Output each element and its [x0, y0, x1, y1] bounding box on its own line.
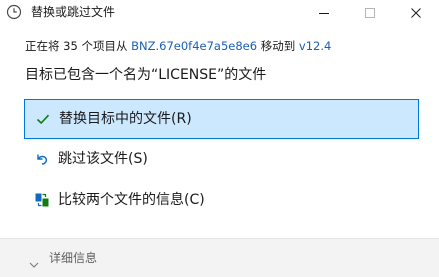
window-title: 替换或跳过文件 — [31, 5, 116, 19]
skip-file-label: 跳过该文件(S) — [58, 151, 148, 167]
chevron-down-icon — [29, 254, 39, 268]
replace-file-option[interactable]: 替换目标中的文件(R) — [24, 99, 419, 139]
dialog-heading: 目标已包含一个名为“LICENSE”的文件 — [25, 67, 267, 83]
replace-or-skip-dialog: 替换或跳过文件 正在将 35 个项目从 BNZ.67e0f4e7a5e8e6 移… — [0, 0, 439, 277]
compare-files-option[interactable]: 比较两个文件的信息(C) — [24, 181, 419, 221]
move-info-middle: 移动到 — [257, 39, 299, 53]
minimize-icon — [319, 13, 329, 14]
compare-files-label: 比较两个文件的信息(C) — [58, 192, 205, 208]
destination-folder-link[interactable]: v12.4 — [299, 39, 331, 53]
skip-file-option[interactable]: 跳过该文件(S) — [24, 140, 419, 180]
maximize-icon — [365, 8, 375, 18]
undo-arrow-icon — [34, 151, 50, 167]
replace-file-label: 替换目标中的文件(R) — [59, 111, 192, 127]
maximize-button[interactable] — [347, 0, 393, 26]
move-info: 正在将 35 个项目从 BNZ.67e0f4e7a5e8e6 移动到 v12.4 — [25, 38, 331, 54]
details-toggle[interactable]: 详细信息 — [0, 239, 439, 277]
source-folder-link[interactable]: BNZ.67e0f4e7a5e8e6 — [131, 39, 257, 53]
checkmark-icon — [35, 111, 51, 127]
close-button[interactable] — [393, 0, 439, 26]
details-label: 详细信息 — [49, 251, 98, 265]
clock-icon — [6, 4, 22, 20]
move-info-prefix: 正在将 35 个项目从 — [25, 39, 132, 53]
minimize-button[interactable] — [301, 0, 347, 26]
compare-icon — [34, 192, 50, 208]
close-icon — [411, 8, 421, 18]
title-bar[interactable]: 替换或跳过文件 — [0, 0, 439, 26]
